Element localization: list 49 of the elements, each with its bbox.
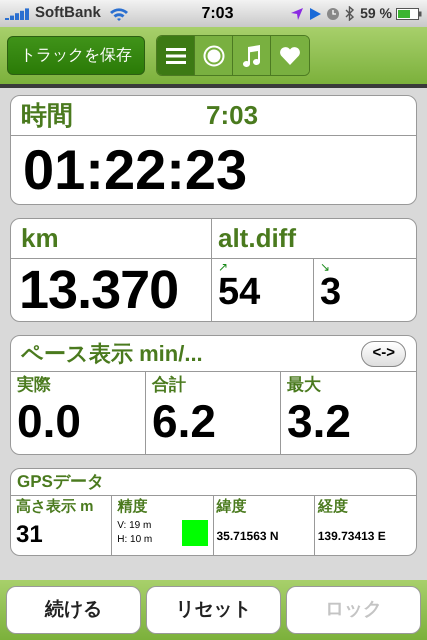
pace-label: 実際	[17, 374, 51, 396]
menu-icon	[166, 48, 186, 64]
battery-icon	[396, 8, 422, 20]
toggle-button[interactable]: <->	[361, 340, 406, 366]
horizontal-accuracy: H: 10 m	[117, 532, 152, 546]
pace-title: ペース表示 min/...	[21, 340, 203, 368]
action-button[interactable]: 続ける	[6, 586, 141, 634]
pace-value: 3.2	[287, 398, 351, 444]
pace-label: 合計	[152, 374, 186, 396]
location-arrow-icon	[290, 6, 304, 20]
current-time: 7:03	[206, 99, 258, 132]
descent-value: 3	[320, 273, 342, 311]
play-icon	[310, 8, 322, 20]
latitude-label: 緯度	[216, 497, 246, 517]
clock-icon	[327, 8, 340, 20]
heart-icon	[279, 46, 301, 66]
altitude-value: 31	[16, 522, 43, 546]
tab[interactable]	[157, 36, 195, 75]
time-label: 時間	[21, 99, 74, 132]
tab[interactable]	[233, 36, 271, 75]
gps-title: GPSデータ	[17, 471, 104, 494]
descent-arrow: ↘	[320, 261, 330, 273]
longitude-label: 経度	[318, 497, 348, 517]
distance-label: km	[21, 222, 59, 255]
pace-value: 0.0	[17, 398, 81, 444]
pace-value: 6.2	[152, 398, 216, 444]
pace-label: 最大	[287, 374, 321, 396]
save-track-button[interactable]: トラックを保存	[7, 36, 145, 75]
alt-diff-label: alt.diff	[218, 222, 296, 255]
signal-icon	[5, 8, 31, 20]
tab[interactable]	[195, 36, 233, 75]
altitude-label: 高さ表示 m	[16, 497, 94, 517]
longitude-value: 139.73413 E	[318, 528, 386, 544]
battery-percent: 59 %	[360, 4, 392, 23]
clock: 7:03	[200, 4, 234, 24]
record-icon	[202, 44, 224, 66]
ascent-value: 54	[218, 273, 260, 311]
accuracy-label: 精度	[117, 497, 148, 517]
carrier-name: SoftBank	[35, 3, 101, 24]
wifi-icon	[108, 6, 129, 20]
latitude-value: 35.71563 N	[216, 528, 279, 544]
vertical-accuracy: V: 19 m	[117, 518, 152, 532]
elapsed-time: 01:22:23	[23, 142, 248, 198]
ascent-arrow: ↗	[218, 261, 228, 273]
distance-value: 13.370	[19, 263, 178, 317]
action-button[interactable]: リセット	[146, 586, 281, 634]
tab[interactable]	[271, 36, 309, 75]
bluetooth-icon	[345, 6, 354, 21]
music-note-icon	[242, 44, 262, 68]
